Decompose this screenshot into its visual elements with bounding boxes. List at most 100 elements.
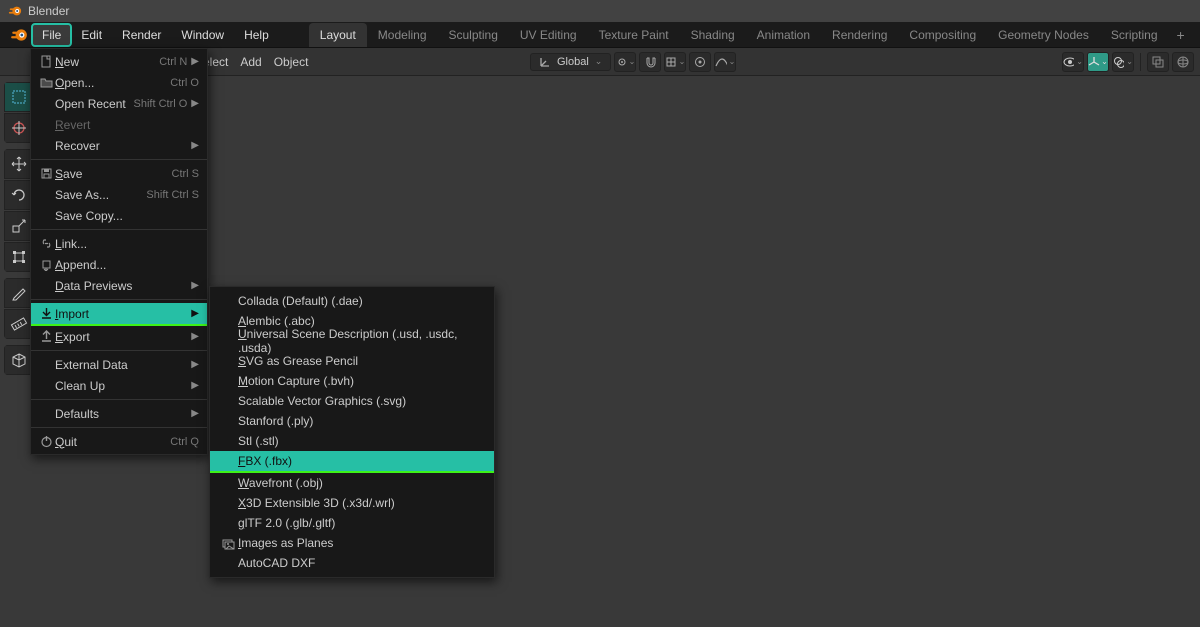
file-menu-data-previews[interactable]: Data Previews▶ xyxy=(31,275,207,296)
menu-label: Stanford (.ply) xyxy=(238,414,484,428)
wireframe-icon xyxy=(1177,56,1189,68)
tab-sculpting[interactable]: Sculpting xyxy=(438,23,509,47)
menu-label: Recover xyxy=(55,139,187,153)
visibility-dropdown[interactable]: ⌄ xyxy=(1062,52,1084,72)
file-menu-defaults[interactable]: Defaults▶ xyxy=(31,403,207,424)
file-menu-open[interactable]: Open...Ctrl O xyxy=(31,72,207,93)
add-workspace-button[interactable]: + xyxy=(1169,23,1193,47)
chevron-right-icon: ▶ xyxy=(191,331,199,342)
menu-label: Save As... xyxy=(55,188,146,202)
tab-geometry-nodes[interactable]: Geometry Nodes xyxy=(987,23,1100,47)
orientation-dropdown[interactable]: Global ⌄ xyxy=(530,53,611,71)
import-autocad-dxf[interactable]: AutoCAD DXF xyxy=(210,553,494,573)
import-images-as-planes[interactable]: Images as Planes xyxy=(210,533,494,553)
xray-toggle[interactable] xyxy=(1147,52,1169,72)
import-x3d-extensible-3d-x3d-wrl[interactable]: X3D Extensible 3D (.x3d/.wrl) xyxy=(210,493,494,513)
overlay-toggle[interactable]: ⌄ xyxy=(1112,52,1134,72)
menu-window[interactable]: Window xyxy=(171,24,234,46)
images-icon xyxy=(218,537,238,550)
tab-texture-paint[interactable]: Texture Paint xyxy=(588,23,680,47)
folder-icon xyxy=(37,76,55,89)
menu-edit[interactable]: Edit xyxy=(71,24,112,46)
proportional-toggle[interactable] xyxy=(689,52,711,72)
overlay-icon xyxy=(1113,56,1124,68)
file-menu-save[interactable]: SaveCtrl S xyxy=(31,163,207,184)
menu-label: External Data xyxy=(55,358,187,372)
import-scalable-vector-graphics-svg[interactable]: Scalable Vector Graphics (.svg) xyxy=(210,391,494,411)
menu-label: Export xyxy=(55,330,187,344)
file-menu-new[interactable]: NewCtrl N ▶ xyxy=(31,51,207,72)
tab-compositing[interactable]: Compositing xyxy=(898,23,987,47)
tab-shading[interactable]: Shading xyxy=(680,23,746,47)
import-fbx-fbx[interactable]: FBX (.fbx) xyxy=(210,451,494,471)
menu-file[interactable]: File xyxy=(32,24,71,46)
file-menu-open-recent[interactable]: Open RecentShift Ctrl O▶ xyxy=(31,93,207,114)
import-stanford-ply[interactable]: Stanford (.ply) xyxy=(210,411,494,431)
select-box-icon xyxy=(10,88,28,106)
pivot-icon xyxy=(615,55,626,69)
gizmo-toggle[interactable]: ⌄ xyxy=(1087,52,1109,72)
xray-icon xyxy=(1152,56,1164,68)
snap-options[interactable]: ⌄ xyxy=(664,52,686,72)
menu-label: Collada (Default) (.dae) xyxy=(238,294,484,308)
import-universal-scene-description-usd-usdc-usda[interactable]: Universal Scene Description (.usd, .usdc… xyxy=(210,331,494,351)
snap-toggle[interactable] xyxy=(639,52,661,72)
chevron-right-icon: ▶ xyxy=(191,56,199,67)
file-menu-quit[interactable]: QuitCtrl Q xyxy=(31,431,207,452)
magnet-icon xyxy=(644,56,656,68)
tab-rendering[interactable]: Rendering xyxy=(821,23,898,47)
import-submenu: Collada (Default) (.dae)Alembic (.abc)Un… xyxy=(209,286,495,578)
import-motion-capture-bvh[interactable]: Motion Capture (.bvh) xyxy=(210,371,494,391)
file-menu-recover[interactable]: Recover ▶ xyxy=(31,135,207,156)
import-gltf-2-0-glb-gltf[interactable]: glTF 2.0 (.glb/.gltf) xyxy=(210,513,494,533)
chevron-down-icon: ⌄ xyxy=(595,56,603,67)
header-add[interactable]: Add xyxy=(240,55,261,69)
pivot-dropdown[interactable]: ⌄ xyxy=(614,52,636,72)
proportional-icon xyxy=(694,56,706,68)
orientation-label: Global xyxy=(557,56,589,68)
file-menu-external-data[interactable]: External Data▶ xyxy=(31,354,207,375)
tab-layout[interactable]: Layout xyxy=(309,23,367,47)
export-icon xyxy=(37,330,55,343)
menu-label: FBX (.fbx) xyxy=(238,454,484,468)
menu-label: SVG as Grease Pencil xyxy=(238,354,484,368)
file-menu-save-copy[interactable]: Save Copy... xyxy=(31,205,207,226)
tab-uv-editing[interactable]: UV Editing xyxy=(509,23,588,47)
file-menu-link[interactable]: Link... xyxy=(31,233,207,254)
chevron-right-icon: ▶ xyxy=(191,308,199,319)
menu-label: Clean Up xyxy=(55,379,187,393)
blender-logo-icon[interactable] xyxy=(10,26,28,44)
append-icon xyxy=(37,258,55,271)
menu-label: Universal Scene Description (.usd, .usdc… xyxy=(238,327,484,355)
file-menu-save-as[interactable]: Save As...Shift Ctrl S xyxy=(31,184,207,205)
tab-modeling[interactable]: Modeling xyxy=(367,23,438,47)
import-wavefront-obj[interactable]: Wavefront (.obj) xyxy=(210,473,494,493)
file-menu-export[interactable]: Export ▶ xyxy=(31,326,207,347)
menu-label: Images as Planes xyxy=(238,536,484,550)
tab-scripting[interactable]: Scripting xyxy=(1100,23,1169,47)
menu-label: New xyxy=(55,55,159,69)
import-collada-default-dae[interactable]: Collada (Default) (.dae) xyxy=(210,291,494,311)
menu-help[interactable]: Help xyxy=(234,24,279,46)
import-stl-stl[interactable]: Stl (.stl) xyxy=(210,431,494,451)
falloff-icon xyxy=(715,56,726,68)
shortcut: Ctrl N xyxy=(159,56,187,68)
annotate-icon xyxy=(10,284,28,302)
menu-label: Scalable Vector Graphics (.svg) xyxy=(238,394,484,408)
chevron-right-icon: ▶ xyxy=(191,140,199,151)
import-icon xyxy=(37,307,55,320)
tab-animation[interactable]: Animation xyxy=(746,23,821,47)
shortcut: Ctrl O xyxy=(170,77,199,89)
file-menu-import[interactable]: Import▶ xyxy=(31,303,207,324)
import-svg-as-grease-pencil[interactable]: SVG as Grease Pencil xyxy=(210,351,494,371)
proportional-falloff[interactable]: ⌄ xyxy=(714,52,736,72)
transform-icon xyxy=(10,248,28,266)
file-menu-clean-up[interactable]: Clean Up▶ xyxy=(31,375,207,396)
menu-label: AutoCAD DXF xyxy=(238,556,484,570)
header-object[interactable]: Object xyxy=(274,55,309,69)
menu-label: Alembic (.abc) xyxy=(238,314,484,328)
menu-render[interactable]: Render xyxy=(112,24,171,46)
file-menu-append[interactable]: Append... xyxy=(31,254,207,275)
shading-wireframe[interactable] xyxy=(1172,52,1194,72)
topbar: File Edit Render Window Help Layout Mode… xyxy=(0,22,1200,48)
